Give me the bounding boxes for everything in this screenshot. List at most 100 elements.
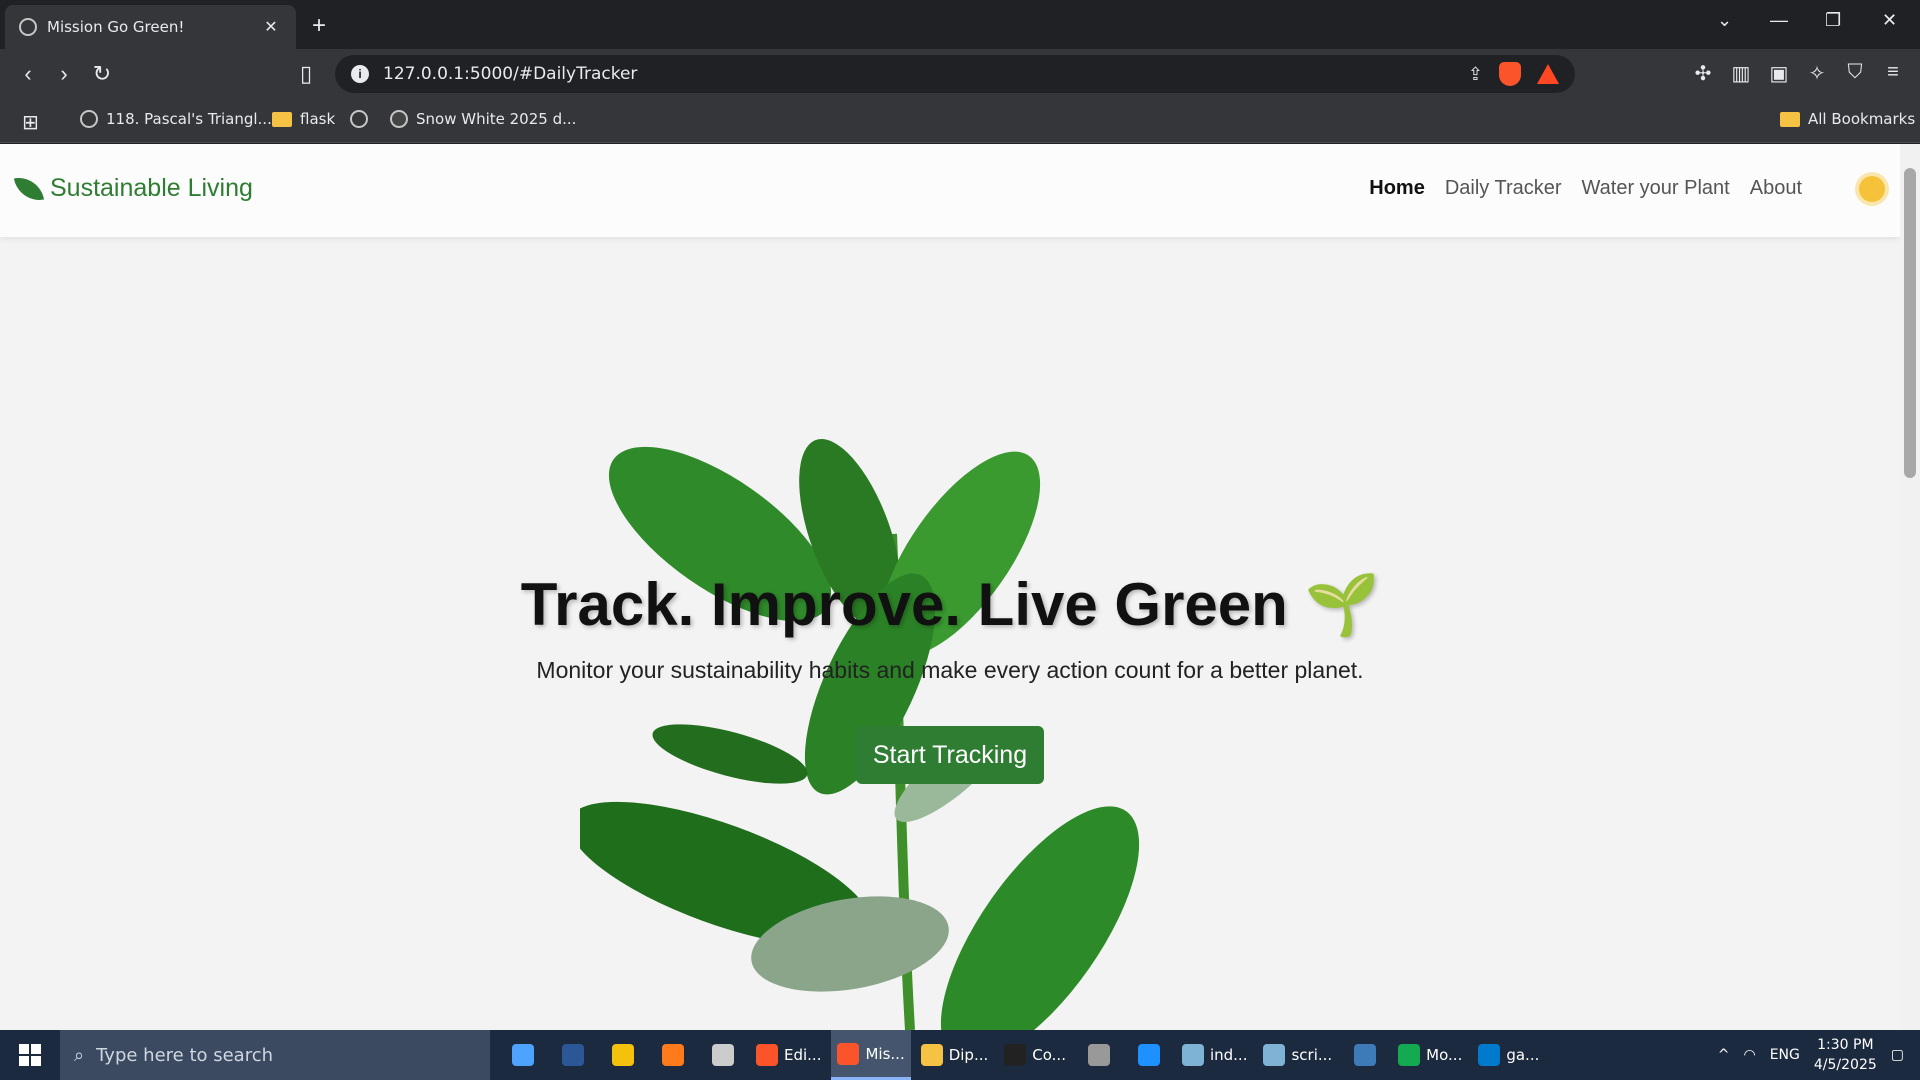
app-icon (756, 1044, 778, 1066)
close-window-icon[interactable]: ✕ (1882, 10, 1897, 31)
info-icon[interactable]: i (351, 65, 369, 83)
app-icon (1181, 1044, 1204, 1066)
start-button[interactable] (0, 1030, 60, 1080)
taskbar-app[interactable] (1126, 1030, 1172, 1080)
taskbar-app[interactable]: Mo... (1392, 1030, 1468, 1080)
taskbar-app[interactable]: Edi... (750, 1030, 827, 1080)
app-icon (1354, 1044, 1377, 1066)
clock-time: 1:30 PM (1817, 1037, 1874, 1053)
bookmark-item[interactable]: Snow White 2025 d... (390, 110, 576, 128)
taskbar-app[interactable]: ga... (1472, 1030, 1545, 1080)
leo-ai-icon[interactable]: ✧ (1804, 61, 1830, 86)
menu-icon[interactable]: ≡ (1880, 61, 1906, 84)
folder-icon (272, 111, 292, 127)
taskbar-app-label: Mo... (1426, 1046, 1463, 1064)
nav-home[interactable]: Home (1369, 177, 1425, 200)
search-icon: ⌕ (74, 1044, 85, 1066)
taskbar-app[interactable]: ind... (1176, 1030, 1254, 1080)
all-bookmarks-folder[interactable]: All Bookmarks (1780, 110, 1915, 128)
new-tab-button[interactable]: + (312, 12, 326, 40)
plant-image (580, 439, 1140, 1030)
app-icon (1398, 1044, 1421, 1066)
system-tray: ^ ◠ ENG 1:30 PM 4/5/2025 ▢ (1718, 1030, 1920, 1080)
theme-toggle-sun-icon[interactable] (1859, 176, 1885, 202)
taskbar-app[interactable] (1076, 1030, 1122, 1080)
browser-tab[interactable]: Mission Go Green! ✕ (5, 5, 296, 49)
taskbar-app-label: ind... (1209, 1046, 1248, 1064)
globe-icon (19, 18, 37, 36)
taskbar-app[interactable]: scri... (1257, 1030, 1338, 1080)
app-icon (1004, 1044, 1027, 1066)
taskbar-app[interactable] (600, 1030, 646, 1080)
taskbar-app[interactable] (550, 1030, 596, 1080)
nav-about[interactable]: About (1750, 177, 1802, 200)
bookmarks-bar: ⊞ 118. Pascal's Triangl... flask Snow Wh… (0, 99, 1920, 143)
brand-name: Sustainable Living (50, 174, 253, 202)
scrollbar-thumb[interactable] (1904, 168, 1916, 478)
wallet-icon[interactable]: ▣ (1766, 61, 1792, 86)
browser-toolbar: ‹ › ↻ ▯ i 127.0.0.1:5000/#DailyTracker ⇪… (0, 49, 1920, 99)
tab-search-icon[interactable]: ⌄ (1717, 10, 1732, 31)
bookmark-label: flask (300, 110, 336, 128)
bookmark-icon[interactable]: ▯ (292, 61, 320, 87)
apps-icon[interactable]: ⊞ (22, 110, 39, 134)
sidebar-icon[interactable]: ▥ (1728, 61, 1754, 86)
address-bar[interactable]: i 127.0.0.1:5000/#DailyTracker ⇪ (335, 55, 1575, 93)
taskbar-app-label: Co... (1032, 1046, 1066, 1064)
site-nav: Home Daily Tracker Water your Plant Abou… (1369, 177, 1802, 200)
start-tracking-button[interactable]: Start Tracking (856, 726, 1044, 784)
clock[interactable]: 1:30 PM 4/5/2025 (1814, 1035, 1877, 1075)
taskbar-apps: Edi... Mis... Dip... Co... ind... scri... Mo..… (500, 1030, 1545, 1080)
language-indicator[interactable]: ENG (1770, 1047, 1800, 1063)
leaf-icon (13, 173, 45, 204)
site-navbar: Sustainable Living Home Daily Tracker Wa… (0, 144, 1900, 237)
browser-tab-strip: Mission Go Green! ✕ + ⌄ — ❐ ✕ (0, 0, 1920, 49)
app-icon (562, 1044, 584, 1066)
site-brand[interactable]: Sustainable Living (13, 173, 253, 204)
app-icon (837, 1042, 860, 1065)
taskbar-app-label: Edi... (784, 1046, 822, 1064)
brave-shields-icon[interactable] (1499, 62, 1521, 86)
taskbar-search[interactable]: ⌕ Type here to search (60, 1030, 490, 1080)
taskbar-app[interactable] (500, 1030, 546, 1080)
url-text[interactable]: 127.0.0.1:5000/#DailyTracker (383, 64, 1454, 84)
globe-icon (80, 110, 98, 128)
nav-daily-tracker[interactable]: Daily Tracker (1445, 177, 1562, 200)
taskbar-app[interactable]: Co... (998, 1030, 1072, 1080)
taskbar-app-label: scri... (1291, 1046, 1333, 1064)
brave-rewards-icon[interactable] (1537, 64, 1559, 84)
bookmark-label: All Bookmarks (1808, 110, 1916, 128)
taskbar-app[interactable]: Dip... (915, 1030, 995, 1080)
vpn-icon[interactable]: ⛉ (1842, 61, 1868, 84)
app-icon (920, 1044, 943, 1066)
restore-icon[interactable]: ❐ (1825, 10, 1841, 31)
share-icon[interactable]: ⇪ (1468, 64, 1483, 85)
chevron-up-icon[interactable]: ^ (1718, 1047, 1730, 1063)
bookmark-item[interactable]: 118. Pascal's Triangl... (80, 110, 272, 128)
taskbar-app[interactable] (650, 1030, 696, 1080)
taskbar-app[interactable] (1342, 1030, 1388, 1080)
close-icon[interactable]: ✕ (260, 17, 282, 37)
network-icon[interactable]: ◠ (1743, 1047, 1755, 1063)
search-placeholder: Type here to search (96, 1044, 274, 1066)
nav-water-plant[interactable]: Water your Plant (1582, 177, 1730, 200)
site-icon (390, 110, 408, 128)
app-icon (662, 1044, 684, 1066)
folder-icon (1780, 111, 1800, 127)
extensions-icon[interactable]: ✣ (1690, 61, 1716, 86)
app-icon (512, 1044, 534, 1066)
back-icon[interactable]: ‹ (14, 61, 42, 87)
taskbar-app-label: Mis... (865, 1044, 905, 1063)
notification-icon[interactable]: ▢ (1891, 1047, 1904, 1063)
reload-icon[interactable]: ↻ (88, 61, 116, 87)
bookmark-globe[interactable] (350, 110, 368, 128)
app-icon (1087, 1044, 1110, 1066)
app-icon (1478, 1044, 1501, 1066)
taskbar-app[interactable] (700, 1030, 746, 1080)
page-scrollbar[interactable] (1900, 144, 1920, 1030)
hero-title: Track. Improve. Live Green 🌱 (520, 571, 1380, 638)
forward-icon[interactable]: › (50, 61, 78, 87)
taskbar-app[interactable]: Mis... (831, 1030, 911, 1080)
bookmark-folder-flask[interactable]: flask (272, 110, 335, 128)
minimize-icon[interactable]: — (1770, 10, 1788, 31)
